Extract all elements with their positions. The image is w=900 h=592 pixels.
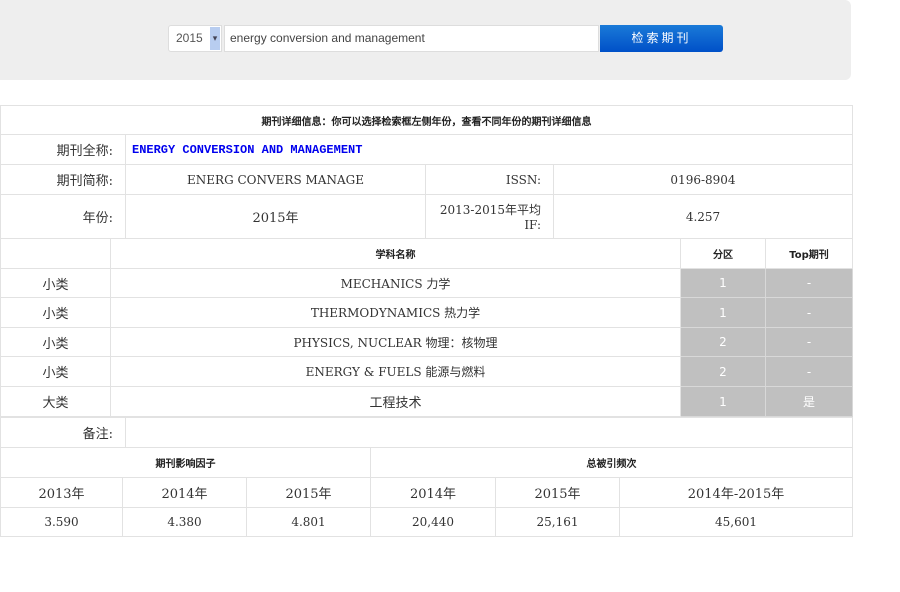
table-row: 小类 MECHANICS 力学 1-	[0, 268, 853, 298]
avg-if: 4.257	[553, 194, 853, 239]
remark-value	[125, 417, 853, 448]
issn: 0196-8904	[553, 164, 853, 195]
search-input[interactable]: energy conversion and management	[224, 25, 599, 52]
top: 是	[765, 386, 853, 417]
if-header: 期刊影响因子	[0, 447, 372, 478]
zone: 2	[680, 356, 766, 387]
col-label: 2014年-2015年	[619, 477, 854, 508]
value: 25,161	[495, 507, 621, 537]
value: 3.590	[0, 507, 123, 537]
remark-label: 备注:	[0, 417, 126, 448]
year-label: 年份:	[0, 194, 126, 239]
type: 小类	[0, 297, 111, 328]
table-row: 大类 工程技术 1 是	[0, 386, 853, 417]
subject: 工程技术	[110, 386, 681, 417]
table-row: 小类 ENERGY & FUELS 能源与燃料 2-	[0, 356, 853, 387]
year: 2015年	[125, 194, 426, 239]
value: 4.801	[245, 507, 372, 537]
col-zone: 分区	[680, 238, 766, 269]
table-row: 小类 PHYSICS, NUCLEAR 物理：核物理 2-	[0, 327, 853, 357]
journal-info-table: 期刊详细信息：你可以选择检索框左侧年份，查看不同年份的期刊详细信息 期刊全称: E…	[0, 105, 853, 239]
type: 小类	[0, 356, 111, 387]
subject-table: 学科名称 分区 Top期刊 小类 MECHANICS 力学 1- 小类 THERMODYN…	[0, 238, 853, 417]
info-header: 期刊详细信息：你可以选择检索框左侧年份，查看不同年份的期刊详细信息	[0, 105, 853, 135]
remark-table: 备注:	[0, 417, 853, 448]
col-label: 2014年	[122, 477, 247, 508]
metrics-table: 期刊影响因子 总被引频次 2013年 2014年 2015年 2014年 2015年 201…	[0, 447, 854, 537]
zone: 1	[680, 297, 766, 328]
top: -	[765, 327, 853, 357]
col-label: 2015年	[245, 477, 372, 508]
col-label: 2013年	[0, 477, 123, 508]
year-value: 2015	[176, 31, 203, 45]
col-subject: 学科名称	[110, 238, 681, 269]
year-select[interactable]: 2015 ▾	[168, 25, 222, 52]
type: 小类	[0, 268, 111, 298]
subject: THERMODYNAMICS 热力学	[110, 297, 681, 328]
full-name-label: 期刊全称:	[0, 134, 126, 165]
subject: ENERGY & FUELS 能源与燃料	[110, 356, 681, 387]
value: 20,440	[370, 507, 497, 537]
type: 小类	[0, 327, 111, 357]
cite-header: 总被引频次	[370, 447, 854, 478]
value: 45,601	[619, 507, 854, 537]
col-top: Top期刊	[765, 238, 853, 269]
abbr: ENERG CONVERS MANAGE	[125, 164, 426, 195]
abbr-label: 期刊简称:	[0, 164, 126, 195]
issn-label: ISSN:	[425, 164, 554, 195]
zone: 1	[680, 268, 766, 298]
col-label: 2014年	[370, 477, 497, 508]
subject: PHYSICS, NUCLEAR 物理：核物理	[110, 327, 681, 357]
type: 大类	[0, 386, 111, 417]
full-name: ENERGY CONVERSION AND MANAGEMENT	[125, 134, 853, 165]
top: -	[765, 297, 853, 328]
table-row: 小类 THERMODYNAMICS 热力学 1-	[0, 297, 853, 328]
subject: MECHANICS 力学	[110, 268, 681, 298]
col-label: 2015年	[495, 477, 621, 508]
zone: 2	[680, 327, 766, 357]
avg-if-label: 2013-2015年平均IF:	[425, 194, 554, 239]
chevron-down-icon[interactable]: ▾	[210, 27, 220, 50]
zone: 1	[680, 386, 766, 417]
top: -	[765, 268, 853, 298]
value: 4.380	[122, 507, 247, 537]
search-button[interactable]: 检索期刊	[600, 25, 723, 52]
top: -	[765, 356, 853, 387]
